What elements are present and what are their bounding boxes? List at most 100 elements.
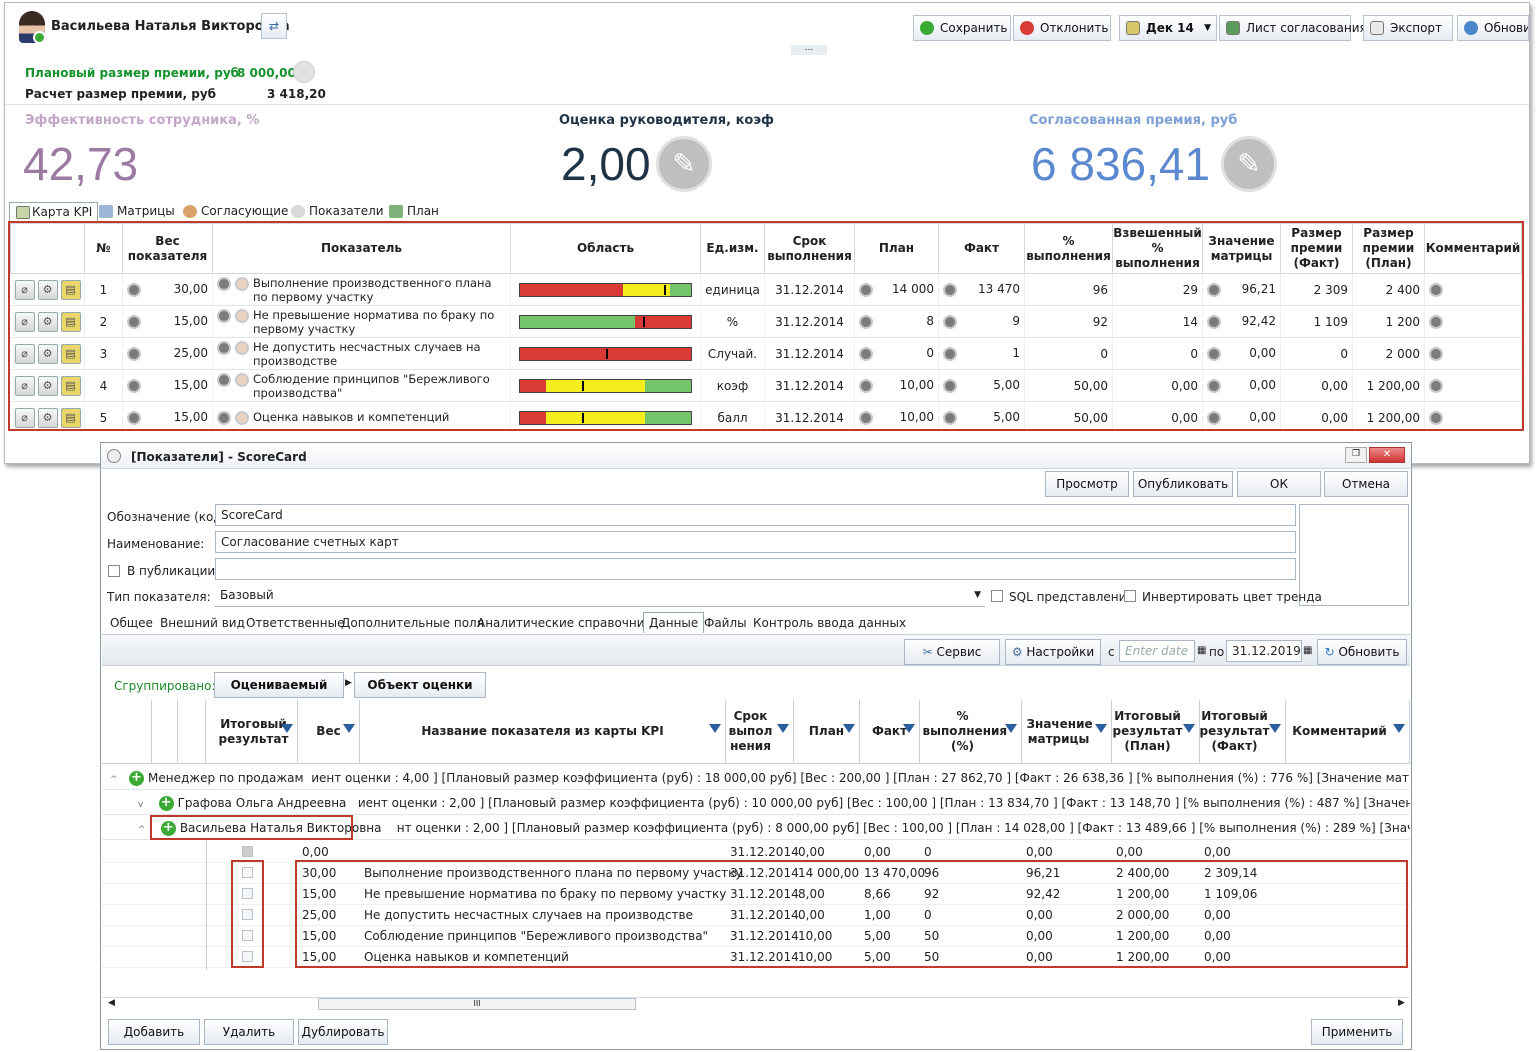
head-matrix[interactable]: Значение матрицы bbox=[1022, 700, 1112, 764]
tab-general[interactable]: Общее bbox=[110, 616, 153, 630]
palette-icon[interactable] bbox=[235, 411, 249, 425]
sql-checkbox[interactable] bbox=[991, 590, 1003, 602]
col-pct[interactable]: % выполнения bbox=[1024, 223, 1113, 274]
kpi-row[interactable]: ⌀ ⚙ ▤ 1 30,00 Выполнение производственного пл… bbox=[10, 273, 1522, 306]
filter-icon[interactable] bbox=[1095, 724, 1107, 733]
approval-sheet-button[interactable]: Лист согласования bbox=[1219, 15, 1367, 41]
tab-analytic-refs[interactable]: Аналитические справочники bbox=[477, 616, 660, 630]
edit-icon[interactable] bbox=[1207, 315, 1221, 329]
col-weight[interactable]: Вес показателя bbox=[122, 223, 213, 274]
gear-icon[interactable]: ⚙ bbox=[37, 343, 58, 364]
row-plan[interactable]: 8 bbox=[854, 305, 939, 338]
filter-icon[interactable] bbox=[1393, 724, 1405, 733]
kpi-row[interactable]: ⌀ ⚙ ▤ 4 15,00 Соблюдение принципов "Бережливо… bbox=[10, 369, 1522, 402]
col-weighted-pct[interactable]: Взвешенный % выполнения bbox=[1112, 223, 1203, 274]
row-weight[interactable]: 15,00 bbox=[122, 401, 213, 429]
period-dropdown[interactable]: Дек 14 ▼ bbox=[1119, 15, 1217, 41]
publication-field[interactable] bbox=[215, 558, 1296, 580]
palette-icon[interactable] bbox=[235, 308, 249, 323]
edit-icon[interactable] bbox=[1207, 283, 1221, 297]
col-bonus-plan[interactable]: Размер премии (План) bbox=[1352, 223, 1425, 274]
service-button[interactable]: ✂ Сервис bbox=[904, 639, 1000, 665]
edit-icon[interactable] bbox=[127, 411, 141, 425]
tab-appearance[interactable]: Внешний вид bbox=[160, 616, 245, 630]
card-icon[interactable]: ▤ bbox=[60, 407, 81, 428]
head-fact[interactable]: Факт bbox=[860, 700, 920, 764]
head-result-fact[interactable]: Итоговый результат (Факт) bbox=[1200, 700, 1286, 764]
gear-icon[interactable]: ⚙ bbox=[37, 375, 58, 396]
gear-icon[interactable]: ⚙ bbox=[37, 407, 58, 428]
row-matrix[interactable]: 92,42 bbox=[1202, 305, 1281, 338]
horizontal-scrollbar[interactable] bbox=[102, 997, 1410, 1011]
edit-icon[interactable] bbox=[943, 347, 957, 361]
kpi-row[interactable]: ⌀ ⚙ ▤ 2 15,00 Не превышение норматива по брак… bbox=[10, 305, 1522, 338]
scroll-left-icon[interactable]: ◀ bbox=[108, 998, 115, 1008]
ok-button[interactable]: ОК bbox=[1237, 471, 1321, 497]
edit-icon[interactable] bbox=[859, 315, 873, 329]
add-button[interactable]: Добавить bbox=[108, 1019, 200, 1045]
col-indicator[interactable]: Показатель bbox=[212, 223, 511, 274]
row-weight[interactable]: 15,00 bbox=[122, 305, 213, 338]
row-comment[interactable] bbox=[1424, 401, 1522, 429]
attach-icon[interactable]: ⌀ bbox=[14, 311, 35, 332]
edit-icon[interactable] bbox=[217, 340, 231, 355]
row-fact[interactable]: 13 470 bbox=[938, 273, 1025, 306]
row-comment[interactable] bbox=[1424, 305, 1522, 338]
edit-icon[interactable] bbox=[859, 411, 873, 425]
row-matrix[interactable]: 96,21 bbox=[1202, 273, 1281, 306]
code-field[interactable]: ScoreCard bbox=[215, 504, 1296, 526]
row-fact[interactable]: 5,00 bbox=[938, 369, 1025, 402]
group-row[interactable]: v + Графова Ольга Андреевна иент оценки :… bbox=[102, 791, 1410, 815]
edit-icon[interactable] bbox=[1429, 347, 1443, 361]
filter-icon[interactable] bbox=[281, 724, 293, 733]
expand-icon[interactable]: + bbox=[129, 771, 144, 786]
row-indicator[interactable]: Выполнение производственного плана по пе… bbox=[212, 273, 511, 306]
row-matrix[interactable]: 0,00 bbox=[1202, 401, 1281, 429]
row-comment[interactable] bbox=[1424, 369, 1522, 402]
col-fact[interactable]: Факт bbox=[938, 223, 1025, 274]
head-plan[interactable]: План bbox=[794, 700, 860, 764]
group-chip-object[interactable]: Объект оценки bbox=[354, 672, 486, 698]
edit-icon[interactable] bbox=[1429, 411, 1443, 425]
edit-score-icon[interactable]: ✎ bbox=[656, 136, 712, 192]
col-deadline[interactable]: Срок выполнения bbox=[764, 223, 855, 274]
tab-data[interactable]: Данные bbox=[643, 612, 705, 633]
row-weight[interactable]: 25,00 bbox=[122, 337, 213, 370]
row-weight[interactable]: 15,00 bbox=[122, 369, 213, 402]
row-indicator[interactable]: Соблюдение принципов "Бережливого произв… bbox=[212, 369, 511, 402]
settings-button[interactable]: ⚙ Настройки bbox=[1005, 639, 1101, 665]
head-total-result[interactable]: Итоговый результат bbox=[206, 700, 298, 764]
filter-icon[interactable] bbox=[1269, 724, 1281, 733]
filter-icon[interactable] bbox=[709, 724, 721, 733]
row-fact[interactable]: 1 bbox=[938, 337, 1025, 370]
edit-icon[interactable] bbox=[943, 315, 957, 329]
row-matrix[interactable]: 0,00 bbox=[1202, 337, 1281, 370]
tab-kpi-card[interactable]: Карта KPI bbox=[9, 202, 99, 222]
palette-icon[interactable] bbox=[235, 372, 249, 387]
delete-button[interactable]: Удалить bbox=[204, 1019, 294, 1045]
col-num[interactable]: № bbox=[84, 223, 123, 274]
edit-icon[interactable] bbox=[859, 283, 873, 297]
chevron-up-icon[interactable]: ^ bbox=[110, 775, 118, 785]
edit-icon[interactable] bbox=[943, 283, 957, 297]
col-plan[interactable]: План bbox=[854, 223, 939, 274]
row-fact[interactable]: 9 bbox=[938, 305, 1025, 338]
row-indicator[interactable]: Не допустить несчастных случаев на произ… bbox=[212, 337, 511, 370]
filter-icon[interactable] bbox=[343, 724, 355, 733]
scrollbar-thumb[interactable]: III bbox=[318, 998, 636, 1010]
filter-icon[interactable] bbox=[777, 724, 789, 733]
attach-icon[interactable]: ⌀ bbox=[14, 279, 35, 300]
head-weight[interactable]: Вес bbox=[298, 700, 360, 764]
chevron-down-icon[interactable]: v bbox=[138, 800, 143, 810]
edit-icon[interactable] bbox=[859, 379, 873, 393]
col-comment[interactable]: Комментарий bbox=[1424, 223, 1522, 274]
switch-user-button[interactable]: ⇄ bbox=[261, 13, 287, 39]
row-plan[interactable]: 14 000 bbox=[854, 273, 939, 306]
head-pct[interactable]: % выполнения (%) bbox=[920, 700, 1022, 764]
tab-plan[interactable]: План bbox=[387, 202, 439, 222]
edit-icon[interactable] bbox=[1207, 347, 1221, 361]
reject-button[interactable]: Отклонить bbox=[1013, 15, 1111, 41]
edit-icon[interactable] bbox=[1429, 315, 1443, 329]
expand-icon[interactable]: + bbox=[158, 796, 174, 811]
row-weight[interactable]: 30,00 bbox=[122, 273, 213, 306]
